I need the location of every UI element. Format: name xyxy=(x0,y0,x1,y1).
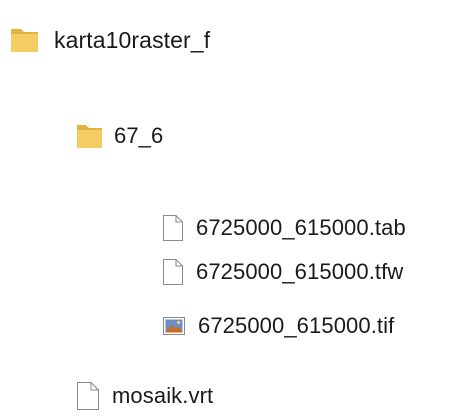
root-folder-label: karta10raster_f xyxy=(54,26,211,53)
folder-icon xyxy=(76,122,104,150)
file-label: 6725000_615000.tfw xyxy=(196,259,404,284)
root-file-label: mosaik.vrt xyxy=(112,383,214,408)
tree-item-root-file[interactable]: mosaik.vrt xyxy=(76,376,213,416)
tree-item-file[interactable]: 6725000_615000.tif xyxy=(162,306,394,346)
file-icon xyxy=(76,381,100,411)
tree-item-root-folder[interactable]: karta10raster_f xyxy=(10,20,210,60)
tree-item-file[interactable]: 6725000_615000.tab xyxy=(162,208,406,248)
file-label: 6725000_615000.tab xyxy=(196,215,406,240)
tree-item-sub-folder[interactable]: 67_6 xyxy=(76,116,163,156)
folder-icon xyxy=(10,26,40,54)
file-label: 6725000_615000.tif xyxy=(198,313,395,338)
image-file-icon xyxy=(162,315,186,337)
file-icon xyxy=(162,258,184,286)
file-icon xyxy=(162,214,184,242)
sub-folder-label: 67_6 xyxy=(114,123,164,148)
tree-item-file[interactable]: 6725000_615000.tfw xyxy=(162,252,403,292)
